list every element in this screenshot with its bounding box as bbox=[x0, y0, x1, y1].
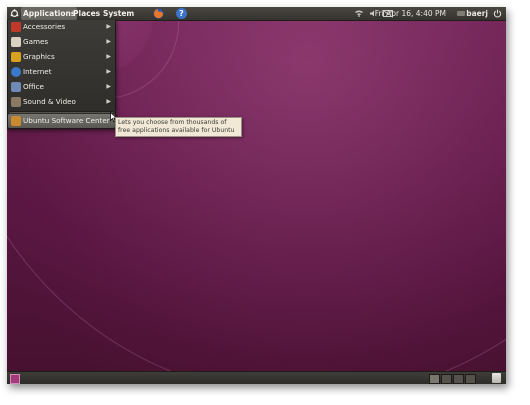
workspace-4[interactable] bbox=[465, 374, 476, 384]
show-desktop-icon[interactable] bbox=[10, 374, 20, 384]
tooltip: Lets you choose from thousands of free a… bbox=[115, 117, 242, 137]
applications-dropdown-menu: Accessories ▶ Games ▶ Graphics ▶ Interne… bbox=[7, 20, 116, 129]
accessories-icon bbox=[11, 22, 21, 32]
submenu-arrow-icon: ▶ bbox=[106, 23, 111, 30]
places-menu-button[interactable]: Places bbox=[71, 7, 102, 20]
workspace-3[interactable] bbox=[453, 374, 464, 384]
power-icon[interactable] bbox=[493, 9, 502, 18]
sound-video-icon bbox=[11, 97, 21, 107]
help-icon[interactable]: ? bbox=[176, 8, 187, 19]
submenu-arrow-icon: ▶ bbox=[106, 98, 111, 105]
office-icon bbox=[11, 82, 21, 92]
menu-item-label: Games bbox=[23, 37, 49, 46]
bottom-panel bbox=[7, 371, 506, 384]
system-menu-button[interactable]: System bbox=[101, 7, 136, 20]
screen: Applications Places System ? Fri Apr 16,… bbox=[7, 7, 506, 384]
menu-item-label: Office bbox=[23, 82, 44, 91]
network-icon[interactable] bbox=[355, 10, 363, 17]
workspace-2[interactable] bbox=[441, 374, 452, 384]
firefox-icon[interactable] bbox=[153, 8, 164, 19]
help-glyph: ? bbox=[179, 9, 184, 18]
user-menu[interactable]: baerj bbox=[466, 7, 488, 20]
menu-item-label: Ubuntu Software Center bbox=[23, 116, 110, 125]
submenu-arrow-icon: ▶ bbox=[106, 83, 111, 90]
menu-item-accessories[interactable]: Accessories ▶ bbox=[8, 20, 115, 34]
menu-item-games[interactable]: Games ▶ bbox=[8, 35, 115, 49]
tooltip-line-1: Lets you choose from thousands of bbox=[118, 119, 227, 126]
submenu-arrow-icon: ▶ bbox=[106, 38, 111, 45]
menu-item-label: Graphics bbox=[23, 52, 55, 61]
graphics-icon bbox=[11, 52, 21, 62]
ubuntu-logo-icon[interactable] bbox=[10, 9, 19, 18]
menu-item-internet[interactable]: Internet ▶ bbox=[8, 65, 115, 79]
applications-menu-button[interactable]: Applications bbox=[21, 7, 78, 20]
user-status-icon[interactable] bbox=[457, 11, 465, 16]
menu-item-ubuntu-software-center[interactable]: Ubuntu Software Center bbox=[8, 114, 115, 128]
menu-item-label: Accessories bbox=[23, 22, 66, 31]
menu-item-sound-video[interactable]: Sound & Video ▶ bbox=[8, 95, 115, 109]
menu-item-label: Sound & Video bbox=[23, 97, 76, 106]
submenu-arrow-icon: ▶ bbox=[106, 53, 111, 60]
workspace-1[interactable] bbox=[429, 374, 440, 384]
trash-icon[interactable] bbox=[492, 373, 501, 383]
games-icon bbox=[11, 37, 21, 47]
menu-item-office[interactable]: Office ▶ bbox=[8, 80, 115, 94]
tooltip-line-2: free applications available for Ubuntu bbox=[118, 127, 235, 134]
menu-separator bbox=[10, 111, 113, 113]
software-center-icon bbox=[11, 116, 21, 126]
menu-item-label: Internet bbox=[23, 67, 52, 76]
clock[interactable]: Fri Apr 16, 4:40 PM bbox=[375, 7, 446, 20]
system-tray: Fri Apr 16, 4:40 PM baerj bbox=[346, 7, 506, 20]
internet-icon bbox=[11, 67, 21, 77]
menu-item-graphics[interactable]: Graphics ▶ bbox=[8, 50, 115, 64]
workspace-switcher[interactable] bbox=[428, 374, 476, 384]
submenu-arrow-icon: ▶ bbox=[106, 68, 111, 75]
top-panel: Applications Places System ? Fri Apr 16,… bbox=[7, 7, 506, 21]
